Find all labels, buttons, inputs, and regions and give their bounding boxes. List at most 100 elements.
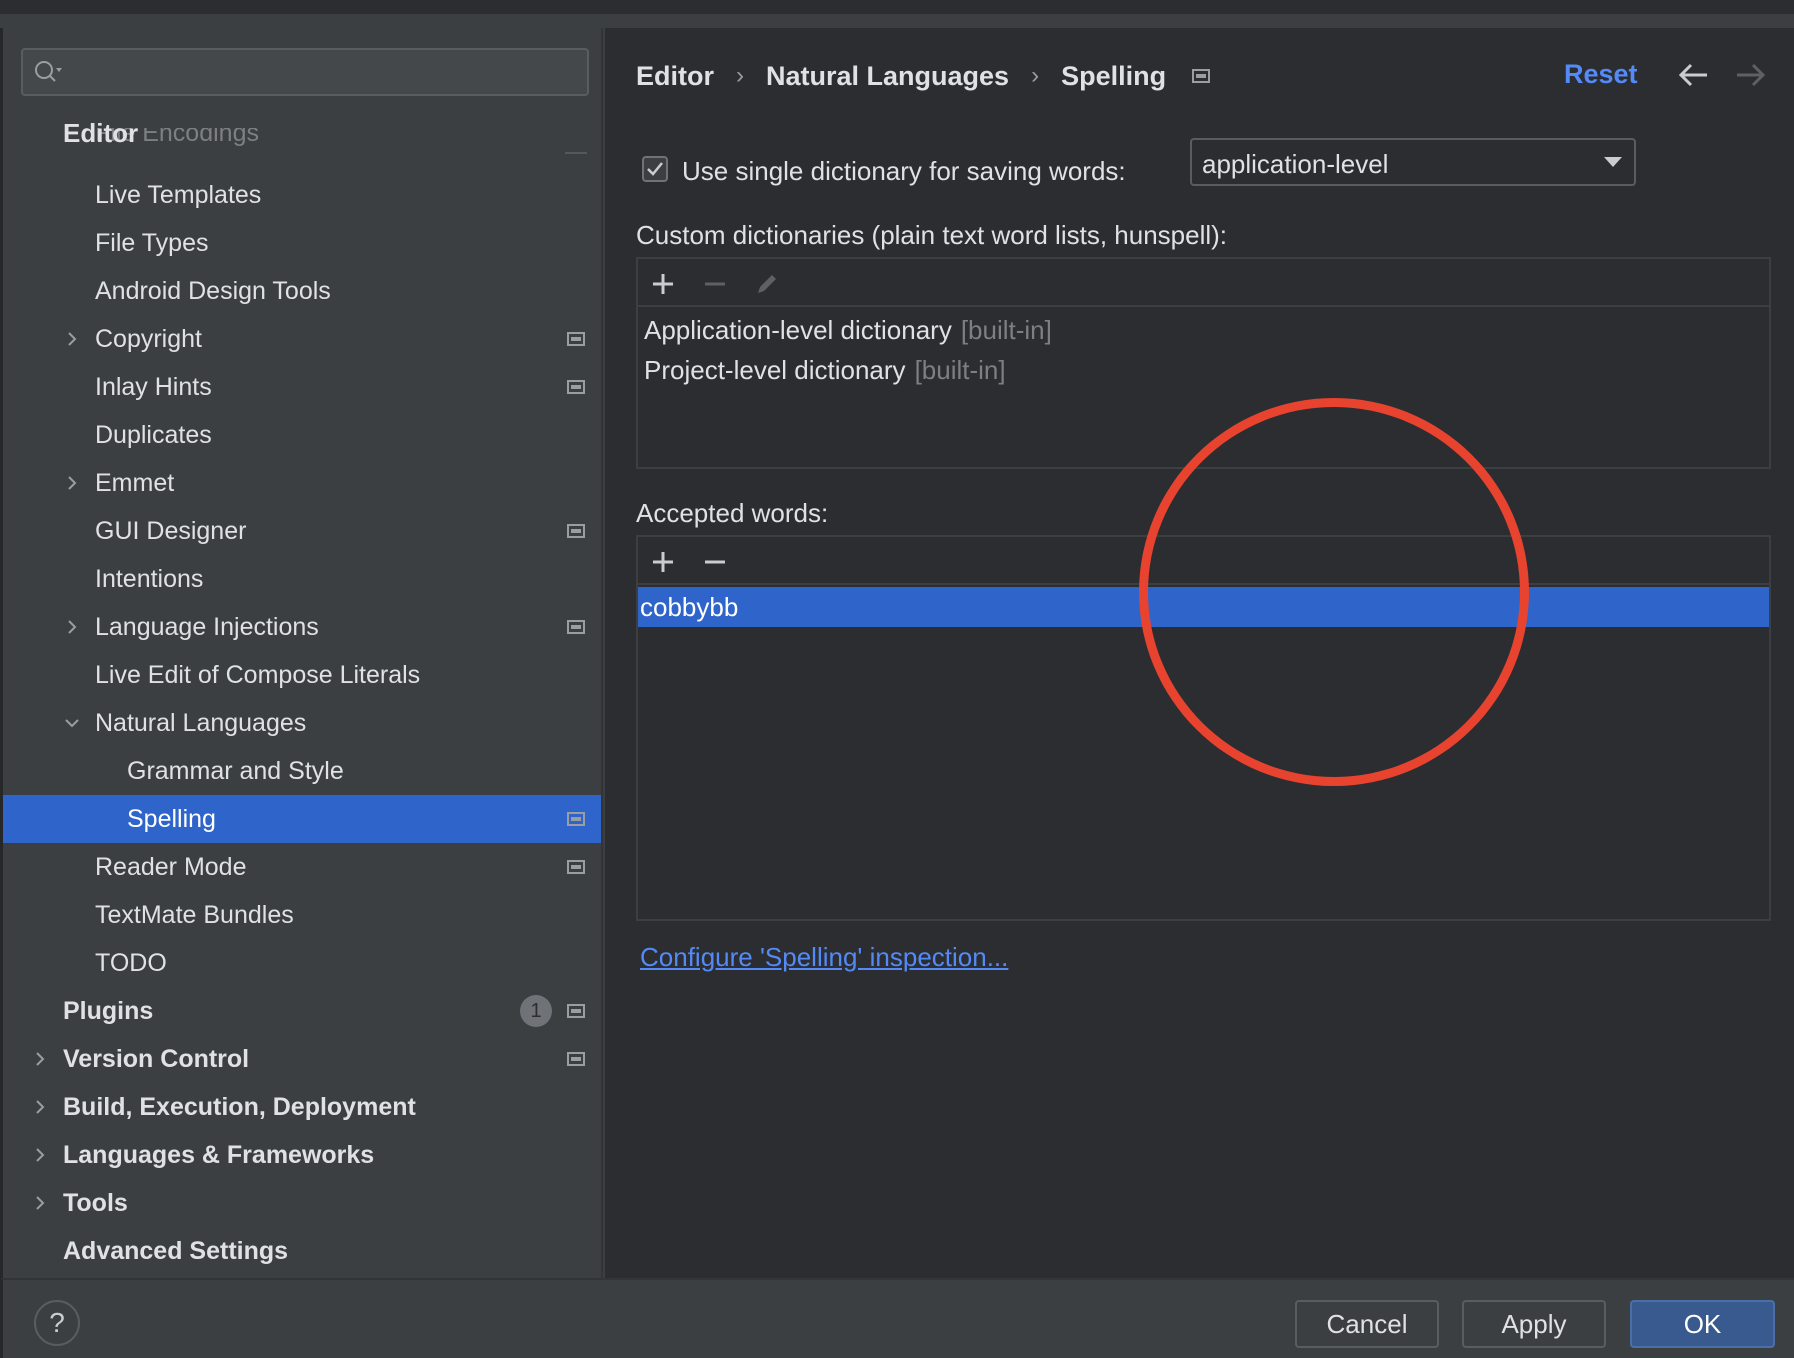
project-settings-icon (567, 812, 585, 826)
tree-item-todo[interactable]: TODO (3, 939, 601, 987)
tree-item-gui-designer[interactable]: GUI Designer (3, 507, 601, 555)
edit-pencil-icon[interactable] (754, 271, 780, 297)
project-settings-icon (567, 380, 585, 394)
tree-item-label: Live Templates (95, 180, 262, 209)
tree-item-duplicates[interactable]: Duplicates (3, 411, 601, 459)
dialog-footer: ? Cancel Apply OK (0, 1278, 1794, 1358)
tree-item-plugins[interactable]: Plugins 1 (3, 987, 601, 1035)
breadcrumb-item-natural-languages[interactable]: Natural Languages (766, 61, 1009, 92)
dictionary-tag: [built-in] (960, 314, 1052, 345)
single-dictionary-label[interactable]: Use single dictionary for saving words: (682, 156, 1126, 187)
project-settings-icon (1192, 69, 1211, 83)
dictionary-row[interactable]: Application-level dictionary [built-in] (638, 310, 1769, 350)
custom-dictionaries-label: Custom dictionaries (plain text word lis… (636, 220, 1228, 250)
tree-item-label: Live Edit of Compose Literals (95, 660, 421, 689)
tree-item-spelling[interactable]: Spelling (3, 795, 601, 843)
dictionary-level-dropdown[interactable]: application-level (1190, 138, 1636, 186)
accepted-words-toolbar (638, 537, 1769, 585)
forward-arrow-icon[interactable] (1733, 60, 1767, 90)
tree-item-android-design-tools[interactable]: Android Design Tools (3, 267, 601, 315)
chevron-right-icon[interactable] (32, 1147, 48, 1163)
tree-item-live-edit-compose[interactable]: Live Edit of Compose Literals (3, 651, 601, 699)
tree-item-label: Plugins (63, 996, 154, 1025)
tree-item-label: TODO (95, 948, 167, 977)
chevron-down-icon[interactable] (64, 715, 80, 731)
tree-item-natural-languages[interactable]: Natural Languages (3, 699, 601, 747)
dictionary-tag: [built-in] (914, 354, 1006, 385)
configure-spelling-inspection-link[interactable]: Configure 'Spelling' inspection... (640, 942, 1008, 973)
update-count-badge: 1 (520, 995, 552, 1027)
accepted-words-panel: cobbybb (636, 535, 1771, 921)
tree-item-label: Version Control (63, 1044, 250, 1073)
tree-item-label: Inlay Hints (95, 372, 212, 401)
chevron-right-icon[interactable] (64, 619, 80, 635)
tree-item-label: TextMate Bundles (95, 900, 294, 929)
ok-button[interactable]: OK (1630, 1300, 1775, 1348)
accepted-word-row[interactable]: cobbybb (638, 587, 1769, 627)
tree-item-label: Copyright (95, 324, 202, 353)
chevron-right-icon[interactable] (32, 1099, 48, 1115)
tree-item-textmate-bundles[interactable]: TextMate Bundles (3, 891, 601, 939)
tree-item-label: File Types (95, 228, 209, 257)
checkmark-icon (647, 162, 663, 176)
tree-item-label: Language Injections (95, 612, 319, 641)
dictionary-name: Application-level dictionary (644, 314, 952, 345)
chevron-right-icon[interactable] (64, 331, 80, 347)
project-settings-icon (567, 332, 585, 346)
cancel-button[interactable]: Cancel (1295, 1300, 1439, 1348)
divider (565, 152, 587, 154)
tree-item-advanced-settings[interactable]: Advanced Settings (3, 1227, 601, 1275)
tree-item-label: Tools (63, 1188, 128, 1217)
project-settings-icon (567, 620, 585, 634)
project-settings-icon (567, 1052, 585, 1066)
breadcrumb-separator: › (736, 62, 744, 89)
chevron-right-icon[interactable] (32, 1051, 48, 1067)
tree-item-language-injections[interactable]: Language Injections (3, 603, 601, 651)
tree-item-file-types[interactable]: File Types (3, 219, 601, 267)
accepted-word: cobbybb (640, 591, 739, 622)
tree-item-label: Natural Languages (95, 708, 307, 737)
dictionaries-toolbar (638, 259, 1769, 307)
tree-item-grammar-and-style[interactable]: Grammar and Style (3, 747, 601, 795)
tree-item-emmet[interactable]: Emmet (3, 459, 601, 507)
breadcrumb-item-spelling: Spelling (1061, 60, 1167, 91)
tree-item-tools[interactable]: Tools (3, 1179, 601, 1227)
reset-button[interactable]: Reset (1564, 59, 1638, 90)
tree-item-label: Grammar and Style (127, 756, 344, 785)
add-icon[interactable] (650, 549, 676, 575)
remove-icon[interactable] (702, 271, 728, 297)
chevron-down-icon (1604, 157, 1622, 167)
settings-window: File Encodings Editor Live Templates Fil… (0, 0, 1794, 1358)
tree-item-live-templates[interactable]: Live Templates (3, 171, 601, 219)
chevron-right-icon[interactable] (64, 475, 80, 491)
tree-item-label: Intentions (95, 564, 204, 593)
project-settings-icon (567, 524, 585, 538)
tree-item-label: Android Design Tools (95, 276, 331, 305)
tree-section-editor[interactable]: Editor (63, 118, 138, 149)
tree-item-version-control[interactable]: Version Control (3, 1035, 601, 1083)
tree-item-intentions[interactable]: Intentions (3, 555, 601, 603)
dictionary-name: Project-level dictionary (644, 354, 906, 385)
dropdown-value: application-level (1202, 149, 1389, 179)
accepted-words-label: Accepted words: (636, 498, 829, 528)
tree-item-label: Advanced Settings (63, 1236, 289, 1265)
chevron-right-icon[interactable] (32, 1195, 48, 1211)
help-button[interactable]: ? (34, 1300, 80, 1346)
breadcrumb-separator: › (1031, 62, 1040, 89)
project-settings-icon (567, 860, 585, 874)
settings-tree: File Encodings Editor Live Templates Fil… (3, 28, 601, 1278)
remove-icon[interactable] (702, 549, 728, 575)
apply-button[interactable]: Apply (1462, 1300, 1606, 1348)
tree-item-label: Build, Execution, Deployment (63, 1092, 416, 1121)
tree-item-label: Languages & Frameworks (63, 1140, 375, 1169)
dictionary-row[interactable]: Project-level dictionary [built-in] (638, 350, 1769, 390)
tree-item-build-execution-deployment[interactable]: Build, Execution, Deployment (3, 1083, 601, 1131)
add-icon[interactable] (650, 271, 676, 297)
back-arrow-icon[interactable] (1677, 60, 1711, 90)
breadcrumb-item-editor[interactable]: Editor (636, 61, 714, 92)
tree-item-reader-mode[interactable]: Reader Mode (3, 843, 601, 891)
tree-item-languages-frameworks[interactable]: Languages & Frameworks (3, 1131, 601, 1179)
tree-item-inlay-hints[interactable]: Inlay Hints (3, 363, 601, 411)
single-dictionary-checkbox[interactable] (642, 156, 668, 182)
tree-item-copyright[interactable]: Copyright (3, 315, 601, 363)
